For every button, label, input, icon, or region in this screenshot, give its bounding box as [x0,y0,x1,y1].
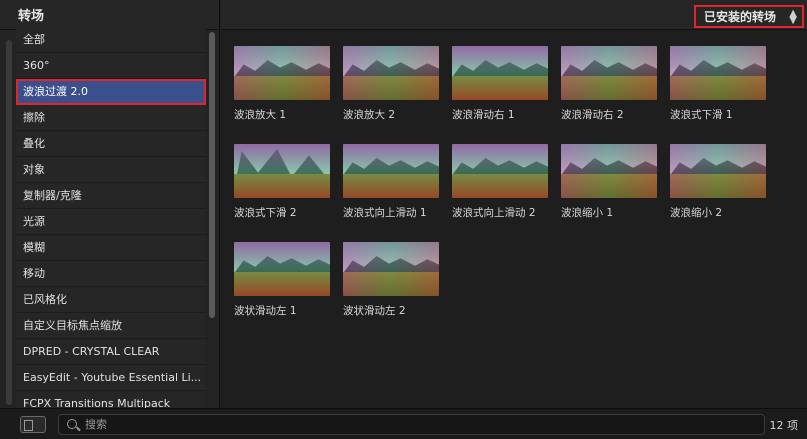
sidebar-splitter[interactable] [6,40,12,405]
transition-tile[interactable]: 波状滑动左 2 [343,242,439,318]
sidebar: 转场 全部 360° 波浪过渡 2.0 擦除 叠化 对象 复制器/克隆 光源 模… [0,0,220,408]
category-item-dpred[interactable]: DPRED - CRYSTAL CLEAR [16,339,206,365]
transition-label: 波浪放大 2 [343,109,396,121]
category-item-360[interactable]: 360° [16,53,206,79]
transition-tile[interactable]: 波浪式下滑 1 [670,46,766,122]
transition-tile[interactable]: 波浪式向上滑动 2 [452,144,548,220]
transition-tile[interactable]: 波浪缩小 1 [561,144,657,220]
transition-label: 波浪放大 1 [234,109,287,121]
transition-label: 波浪式下滑 1 [670,109,733,121]
category-item-custom-focus-zoom[interactable]: 自定义目标焦点缩放 [16,313,206,339]
category-item-stylized[interactable]: 已风格化 [16,287,206,313]
transition-thumbnail [234,242,330,296]
category-item-wipe[interactable]: 擦除 [16,105,206,131]
transitions-browser: 已安装的转场 ▲ ▼ 波浪放大 1 波浪放大 2 波浪滑动右 1 波浪滑动右 2 … [221,0,807,408]
category-item-object[interactable]: 对象 [16,157,206,183]
transition-thumbnail [452,144,548,198]
installed-transitions-dropdown[interactable]: 已安装的转场 ▲ ▼ [694,5,804,28]
transition-label: 波浪滑动右 2 [561,109,624,121]
transition-tile[interactable]: 波浪放大 2 [343,46,439,122]
transition-label: 波状滑动左 2 [343,305,406,317]
search-box[interactable] [58,414,765,435]
transition-tile[interactable]: 波浪式下滑 2 [234,144,330,220]
search-icon [67,419,77,429]
transition-label: 波浪式向上滑动 2 [452,207,536,219]
transition-label: 波状滑动左 1 [234,305,297,317]
category-item-all[interactable]: 全部 [16,27,206,53]
transition-thumbnail [452,46,548,100]
sidebar-toggle-icon[interactable] [20,416,46,433]
category-item-wave-transition[interactable]: 波浪过渡 2.0 [16,79,206,105]
category-item-replicator[interactable]: 复制器/克隆 [16,183,206,209]
transition-label: 波浪滑动右 1 [452,109,515,121]
transition-thumbnail [343,46,439,100]
category-item-blur[interactable]: 模糊 [16,235,206,261]
transition-tile[interactable]: 波状滑动左 1 [234,242,330,318]
sidebar-scrollbar[interactable] [209,32,215,318]
transition-thumbnail [670,144,766,198]
sidebar-title: 转场 [0,0,219,30]
transition-thumbnail [670,46,766,100]
category-item-easyedit[interactable]: EasyEdit - Youtube Essential Li... [16,365,206,391]
transition-tile[interactable]: 波浪放大 1 [234,46,330,122]
chevron-updown-icon: ▲ ▼ [789,8,797,26]
category-item-fcpx-multipack[interactable]: FCPX Transitions Multipack [16,391,206,408]
transition-thumbnail [234,46,330,100]
transition-label: 波浪式下滑 2 [234,207,297,219]
transition-label: 波浪缩小 2 [670,207,723,219]
transition-thumbnail [343,242,439,296]
transition-tile[interactable]: 波浪式向上滑动 1 [343,144,439,220]
search-input[interactable] [85,415,745,434]
transition-label: 波浪式向上滑动 1 [343,207,427,219]
transition-thumbnail [343,144,439,198]
browser-header: 已安装的转场 ▲ ▼ [221,0,807,30]
bottom-bar: 12 项 [0,408,807,439]
transition-thumbnail [234,144,330,198]
category-item-light[interactable]: 光源 [16,209,206,235]
transition-tile[interactable]: 波浪滑动右 1 [452,46,548,122]
transition-tile[interactable]: 波浪缩小 2 [670,144,766,220]
transition-tile[interactable]: 波浪滑动右 2 [561,46,657,122]
transition-label: 波浪缩小 1 [561,207,614,219]
transition-thumbnail [561,144,657,198]
category-list: 全部 360° 波浪过渡 2.0 擦除 叠化 对象 复制器/克隆 光源 模糊 移… [16,27,206,408]
item-count: 12 项 [769,419,799,432]
category-item-dissolve[interactable]: 叠化 [16,131,206,157]
transition-thumbnail [561,46,657,100]
category-item-movement[interactable]: 移动 [16,261,206,287]
installed-transitions-label: 已安装的转场 [704,10,777,24]
